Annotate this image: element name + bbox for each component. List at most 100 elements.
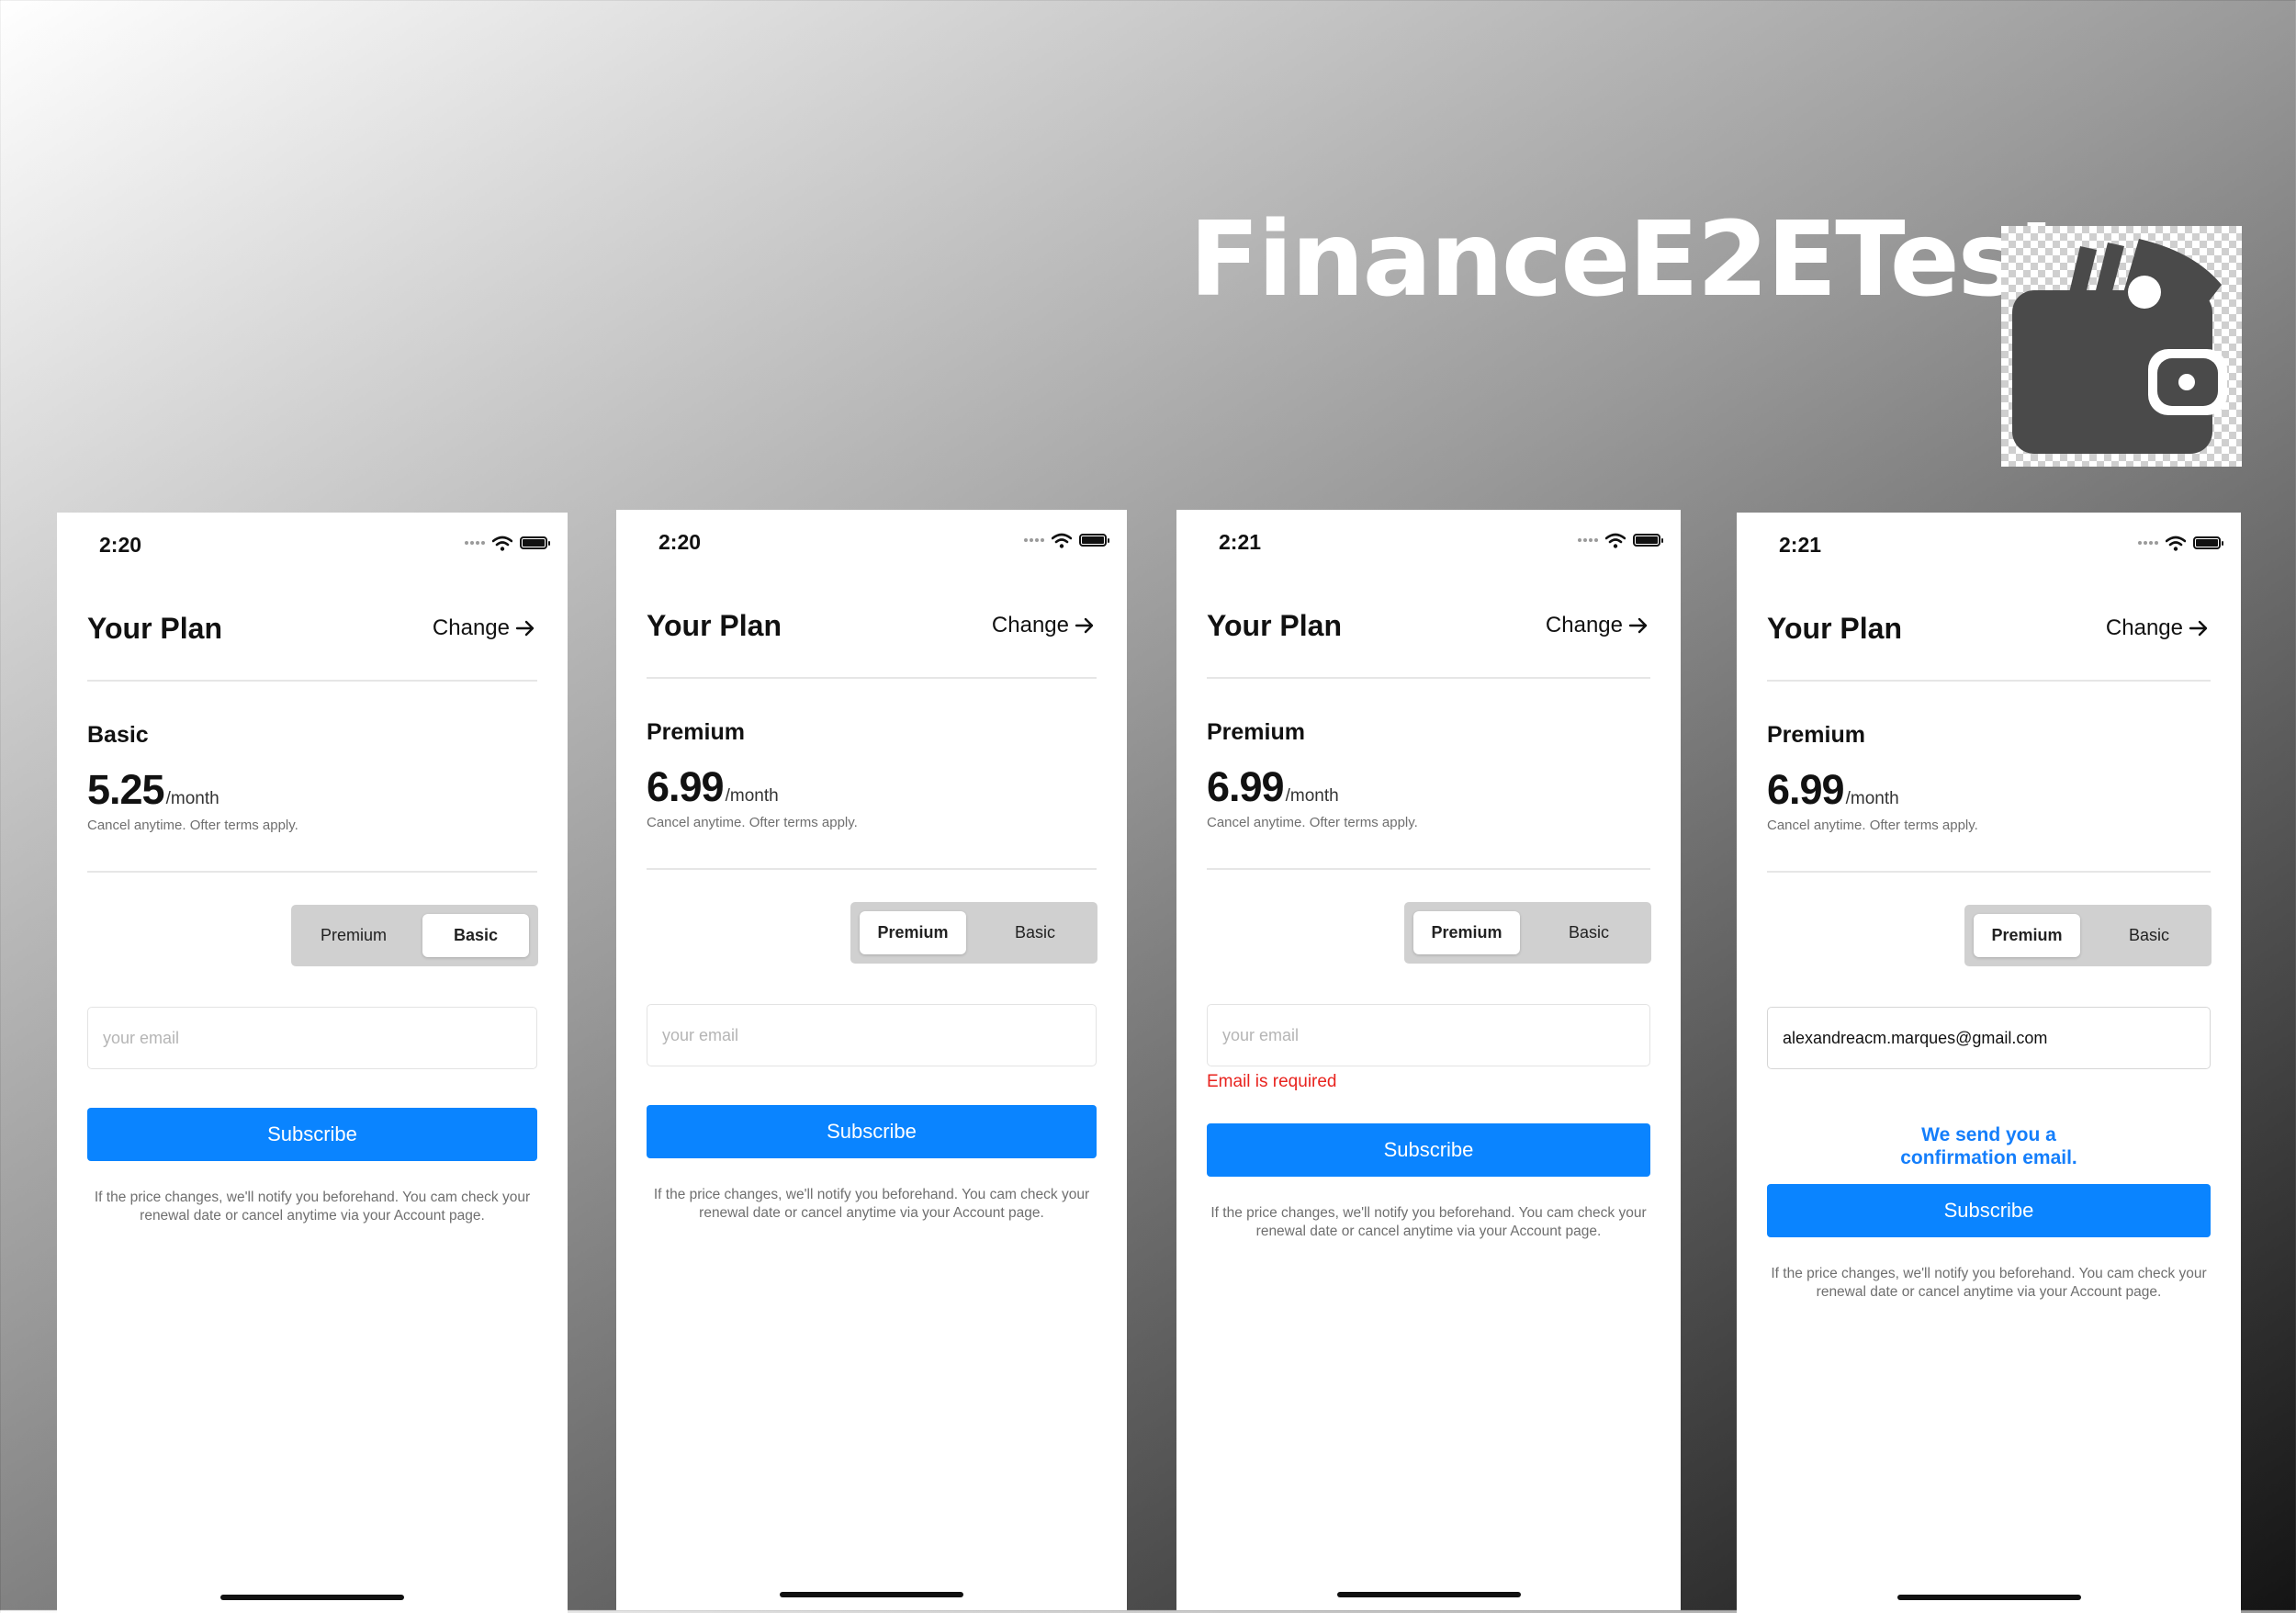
terms-text: Cancel anytime. Ofter terms apply. [87, 818, 298, 833]
home-indicator [1896, 1595, 2081, 1600]
email-input[interactable] [647, 1004, 1097, 1066]
subscribe-button[interactable]: Subscribe [87, 1108, 537, 1161]
screen-premium-selected: 2:20 Your Plan Change Premium 6.99 /mont… [616, 510, 1127, 1610]
arrow-right-icon [2189, 620, 2208, 637]
price-amount: 6.99 [1767, 766, 1845, 813]
battery-icon [2193, 536, 2223, 549]
plan-name: Basic [87, 722, 149, 748]
screen-basic-selected: 2:20 Your Plan Change Basic 5.25 /month … [57, 513, 568, 1613]
email-input[interactable] [1767, 1007, 2211, 1069]
terms-text: Cancel anytime. Ofter terms apply. [1207, 815, 1418, 830]
change-label: Change [432, 615, 510, 640]
status-bar: 2:20 [616, 510, 1127, 574]
plan-segmented-control: Premium Basic [1964, 905, 2212, 966]
arrow-right-icon [1075, 617, 1094, 634]
divider [647, 868, 1097, 870]
status-bar: 2:20 [57, 513, 568, 577]
app-title: FinanceE2ETest [1189, 200, 2066, 320]
wifi-icon [492, 536, 512, 551]
segment-premium[interactable]: Premium [1413, 911, 1520, 954]
battery-icon [1079, 534, 1109, 547]
status-clock: 2:21 [1219, 530, 1262, 554]
status-clock: 2:20 [658, 530, 702, 554]
price-row: 6.99 /month [1207, 763, 1339, 811]
price-change-footnote: If the price changes, we'll notify you b… [653, 1187, 1090, 1221]
page-title: Your Plan [647, 609, 782, 642]
arrow-right-icon [515, 620, 535, 637]
email-input[interactable] [1207, 1004, 1650, 1066]
status-bar: 2:21 [1737, 513, 2241, 577]
wallet-icon [2001, 226, 2242, 467]
divider [1767, 871, 2211, 873]
cellular-signal-icon [1024, 538, 1044, 542]
divider [1767, 680, 2211, 682]
change-label: Change [2105, 615, 2183, 640]
divider [87, 680, 537, 682]
segment-basic[interactable]: Basic [982, 911, 1088, 954]
home-indicator [1336, 1592, 1521, 1597]
divider [647, 677, 1097, 679]
home-indicator [220, 1595, 404, 1600]
status-clock: 2:21 [1779, 533, 1822, 557]
email-input[interactable] [87, 1007, 537, 1069]
price-row: 6.99 /month [1767, 766, 1899, 814]
price-change-footnote: If the price changes, we'll notify you b… [94, 1190, 531, 1224]
home-indicator [780, 1592, 963, 1597]
change-plan-button[interactable]: Change [1546, 598, 1650, 653]
email-error-message: Email is required [1207, 1072, 1337, 1091]
subscribe-button[interactable]: Subscribe [1767, 1184, 2211, 1237]
terms-text: Cancel anytime. Ofter terms apply. [1767, 818, 1978, 833]
price-period: /month [725, 786, 779, 806]
price-period: /month [1845, 789, 1899, 808]
plan-name: Premium [647, 719, 745, 745]
segment-basic[interactable]: Basic [1536, 911, 1642, 954]
cellular-signal-icon [1578, 538, 1598, 542]
change-plan-button[interactable]: Change [2106, 601, 2211, 656]
plan-name: Premium [1207, 719, 1305, 745]
plan-segmented-control: Premium Basic [1404, 902, 1651, 964]
segment-premium[interactable]: Premium [860, 911, 966, 954]
change-label: Change [991, 613, 1069, 637]
status-bar: 2:21 [1176, 510, 1681, 574]
change-plan-button[interactable]: Change [433, 601, 537, 656]
segment-basic[interactable]: Basic [422, 914, 529, 957]
arrow-right-icon [1628, 617, 1648, 634]
plan-segmented-control: Premium Basic [850, 902, 1097, 964]
price-amount: 6.99 [647, 763, 725, 810]
plan-segmented-control: Premium Basic [291, 905, 538, 966]
price-row: 5.25 /month [87, 766, 219, 814]
wifi-icon [1052, 533, 1072, 548]
price-row: 6.99 /month [647, 763, 779, 811]
divider [1207, 677, 1650, 679]
divider [87, 871, 537, 873]
price-amount: 6.99 [1207, 763, 1285, 810]
wifi-icon [1605, 533, 1626, 548]
cellular-signal-icon [465, 541, 485, 545]
change-plan-button[interactable]: Change [992, 598, 1097, 653]
price-period: /month [1285, 786, 1339, 806]
subscribe-button[interactable]: Subscribe [1207, 1123, 1650, 1177]
price-period: /month [165, 789, 219, 808]
segment-premium[interactable]: Premium [1974, 914, 2080, 957]
segment-premium[interactable]: Premium [300, 914, 407, 957]
screen-email-required-error: 2:21 Your Plan Change Premium 6.99 /mont… [1176, 510, 1681, 1610]
page-title: Your Plan [1207, 609, 1342, 642]
price-amount: 5.25 [87, 766, 165, 813]
page-title: Your Plan [1767, 612, 1902, 645]
cellular-signal-icon [2138, 541, 2158, 545]
subscribe-button[interactable]: Subscribe [647, 1105, 1097, 1158]
price-change-footnote: If the price changes, we'll notify you b… [1210, 1205, 1647, 1239]
confirmation-message: We send you a confirmation email. [1900, 1124, 2077, 1168]
change-label: Change [1545, 613, 1623, 637]
wifi-icon [2166, 536, 2186, 551]
battery-icon [520, 536, 550, 549]
battery-icon [1633, 534, 1663, 547]
terms-text: Cancel anytime. Ofter terms apply. [647, 815, 858, 830]
divider [1207, 868, 1650, 870]
status-clock: 2:20 [99, 533, 142, 557]
screen-confirmation-sent: 2:21 Your Plan Change Premium 6.99 /mont… [1737, 513, 2241, 1613]
plan-name: Premium [1767, 722, 1865, 748]
segment-basic[interactable]: Basic [2096, 914, 2202, 957]
page-title: Your Plan [87, 612, 222, 645]
price-change-footnote: If the price changes, we'll notify you b… [1771, 1266, 2207, 1300]
